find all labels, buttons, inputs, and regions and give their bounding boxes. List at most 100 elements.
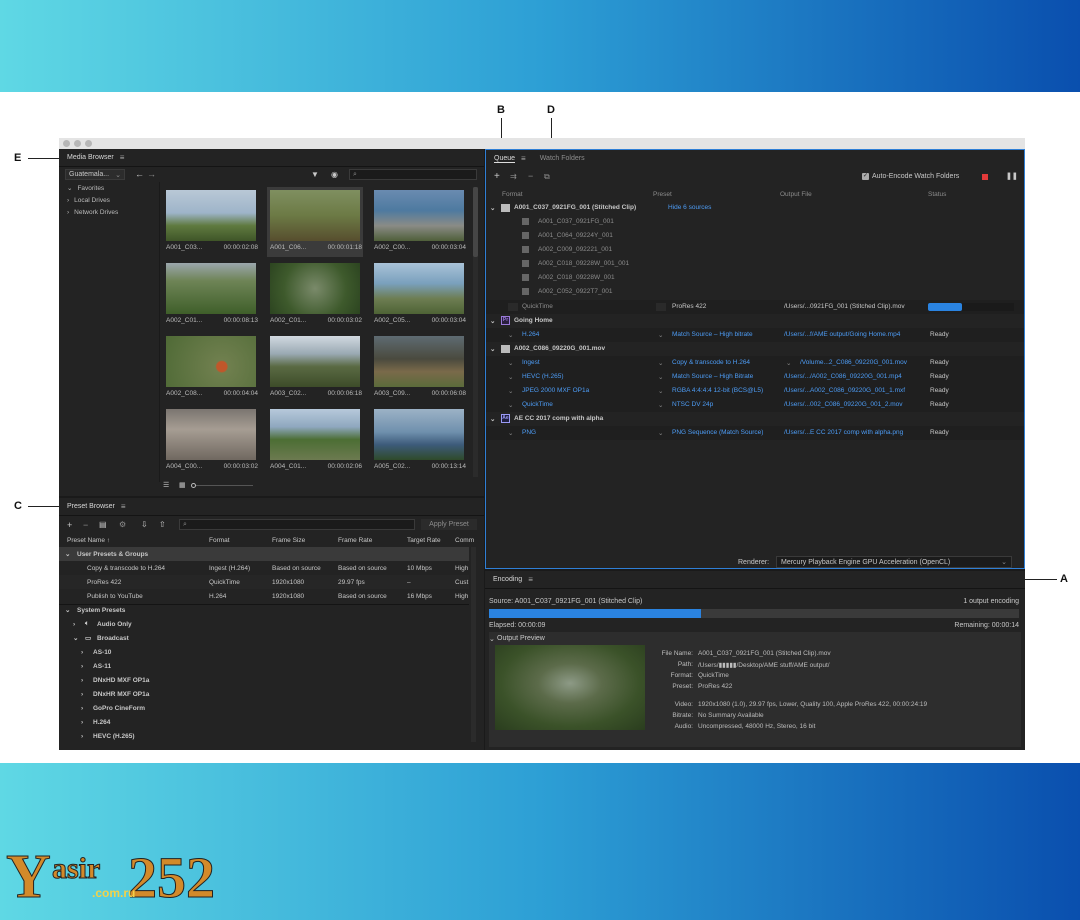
panel-menu-icon[interactable]: ≡ [521, 154, 526, 163]
apply-preset-button[interactable]: Apply Preset [421, 519, 477, 530]
output-preset[interactable]: Match Source – High bitrate [672, 331, 753, 338]
list-item[interactable]: A001_C037_0921FG_001 [486, 215, 1024, 229]
back-arrow-icon[interactable]: ← [135, 169, 144, 179]
output-format[interactable]: QuickTime [522, 401, 553, 408]
output-format[interactable]: PNG [522, 429, 536, 436]
output-file[interactable]: /Users/...002_C086_09220G_001_2.mov [784, 401, 903, 408]
preset-browser-title[interactable]: Preset Browser [67, 503, 115, 510]
list-item[interactable]: ⌄ ▭ Broadcast [59, 631, 469, 645]
filter-icon[interactable]: ▼ [311, 170, 319, 179]
output-format[interactable]: H.264 [522, 331, 539, 338]
column-header[interactable]: Preset [653, 191, 672, 198]
output-preset[interactable]: Copy & transcode to H.264 [672, 359, 750, 366]
auto-encode-checkbox[interactable]: ✓ [862, 173, 869, 180]
tree-item-local-drives[interactable]: › Local Drives [59, 194, 159, 206]
output-row[interactable]: ⌄ HEVC (H.265) ⌄ Match Source – High Bit… [486, 370, 1024, 384]
duplicate-icon[interactable]: ⧉ [544, 172, 550, 182]
clip-thumbnail[interactable]: A004_C00... 00:00:03:02 [163, 406, 259, 476]
tab-watch-folders[interactable]: Watch Folders [540, 155, 585, 162]
clip-thumbnail[interactable]: A002_C01... 00:00:08:13 [163, 260, 259, 330]
add-source-icon[interactable]: + [494, 171, 500, 182]
list-item[interactable]: A001_C064_09224Y_001 [486, 229, 1024, 243]
pause-queue-button[interactable]: ❚❚ [1006, 172, 1018, 180]
eye-icon[interactable]: ◉ [331, 170, 338, 179]
clip-thumbnail[interactable]: A001_C03... 00:00:02:08 [163, 187, 259, 257]
clip-thumbnail[interactable]: A002_C08... 00:00:04:04 [163, 333, 259, 403]
list-item[interactable]: › DNxHR MXF OP1a [59, 687, 469, 701]
output-file[interactable]: /Volume...2_C086_09220G_001.mov [800, 359, 907, 366]
remove-icon[interactable]: − [528, 171, 533, 181]
output-format[interactable]: Ingest [522, 359, 540, 366]
location-dropdown[interactable]: Guatemala... ⌄ [65, 169, 125, 180]
media-browser-title[interactable]: Media Browser [67, 154, 114, 161]
list-view-icon[interactable]: ☰ [163, 481, 169, 489]
preset-search-input[interactable]: ⌕ [179, 519, 415, 530]
output-row[interactable]: ⌄ QuickTime ⌄ NTSC DV 24p /Users/...002_… [486, 398, 1024, 412]
list-item[interactable]: A002_C018_09228W_001 [486, 271, 1024, 285]
column-header[interactable]: Comm [455, 537, 474, 544]
remove-preset-icon[interactable]: − [83, 520, 88, 530]
clip-thumbnail[interactable]: A003_C02... 00:00:06:18 [267, 333, 363, 403]
table-row[interactable]: Copy & transcode to H.264 Ingest (H.264)… [59, 561, 469, 575]
clip-thumbnail[interactable]: A002_C05... 00:00:03:04 [371, 260, 467, 330]
preset-scrollbar[interactable] [471, 547, 476, 742]
add-preset-icon[interactable]: + [67, 520, 72, 530]
hide-sources-link[interactable]: Hide 6 sources [668, 204, 711, 211]
clip-thumbnail[interactable]: A003_C09... 00:00:06:08 [371, 333, 467, 403]
zoom-slider-handle[interactable] [191, 483, 196, 488]
list-item[interactable]: › 🔈︎ Audio Only [59, 617, 469, 631]
tree-item-network-drives[interactable]: › Network Drives [59, 206, 159, 218]
clip-thumbnail-selected[interactable]: A001_C06... 00:00:01:18 [267, 187, 363, 257]
icon-view-icon[interactable]: ▦ [179, 481, 186, 489]
output-row[interactable]: ⌄ JPEG 2000 MXF OP1a ⌄ RGBA 4:4:4:4 12-b… [486, 384, 1024, 398]
import-preset-icon[interactable]: ⇩ [141, 520, 148, 529]
output-file[interactable]: /Users/...A002_C086_09220G_001_1.mxf [784, 387, 905, 394]
list-item[interactable]: › H.264 [59, 715, 469, 729]
list-item[interactable]: A002_C018_09228W_001_001 [486, 257, 1024, 271]
column-header[interactable]: Format [502, 191, 523, 198]
clip-thumbnail[interactable]: A002_C00... 00:00:03:04 [371, 187, 467, 257]
clip-thumbnail[interactable]: A002_C01... 00:00:03:02 [267, 260, 363, 330]
clip-thumbnail[interactable]: A005_C02... 00:00:13:14 [371, 406, 467, 476]
minimize-window-button[interactable] [74, 140, 81, 147]
grid-scrollbar[interactable] [473, 187, 478, 477]
column-header[interactable]: Output File [780, 191, 812, 198]
forward-arrow-icon[interactable]: → [147, 169, 156, 179]
system-presets-group[interactable]: ⌄ System Presets [59, 603, 469, 617]
output-row[interactable]: ⌄ H.264 ⌄ Match Source – High bitrate /U… [486, 328, 1024, 342]
settings-icon[interactable]: ⚙ [119, 520, 126, 529]
column-header[interactable]: Frame Rate [338, 537, 372, 544]
output-row-encoding[interactable]: QuickTime ProRes 422 /Users/...0921FG_00… [486, 300, 1024, 314]
user-presets-group[interactable]: ⌄ User Presets & Groups [59, 547, 469, 561]
panel-menu-icon[interactable]: ≡ [120, 153, 125, 162]
panel-menu-icon[interactable]: ≡ [121, 502, 126, 511]
output-row[interactable]: ⌄ Ingest ⌄ Copy & transcode to H.264 ⌄ /… [486, 356, 1024, 370]
panel-menu-icon[interactable]: ≡ [528, 575, 533, 584]
scrollbar-thumb[interactable] [473, 187, 478, 257]
list-item[interactable]: › AS-11 [59, 659, 469, 673]
tree-item-favorites[interactable]: ⌄ Favorites [59, 182, 159, 194]
column-header[interactable]: Status [928, 191, 946, 198]
output-file[interactable]: /Users/.../A002_C086_09220G_001.mp4 [784, 373, 902, 380]
queue-item-a002[interactable]: ⌄ A002_C086_09220G_001.mov [486, 342, 1024, 356]
chevron-down-icon[interactable]: ⌄ [489, 635, 495, 643]
stop-queue-button[interactable] [982, 174, 988, 180]
renderer-dropdown[interactable]: Mercury Playback Engine GPU Acceleration… [776, 556, 1012, 568]
queue-item-stitched-clip[interactable]: ⌄ A001_C037_0921FG_001 (Stitched Clip) H… [486, 201, 1024, 215]
queue-item-ae-comp[interactable]: ⌄ Ae AE CC 2017 comp with alpha [486, 412, 1024, 426]
new-group-icon[interactable]: ▤ [99, 520, 107, 529]
encoding-title[interactable]: Encoding [493, 576, 522, 583]
output-format[interactable]: HEVC (H.265) [522, 373, 564, 380]
output-preset[interactable]: Match Source – High Bitrate [672, 373, 753, 380]
output-preset[interactable]: RGBA 4:4:4:4 12-bit (BCS@L5) [672, 387, 763, 394]
list-item[interactable]: › AS-10 [59, 645, 469, 659]
list-item[interactable]: › HEVC (H.265) [59, 729, 469, 743]
export-preset-icon[interactable]: ⇧ [159, 520, 166, 529]
add-output-icon[interactable]: ⇉ [510, 172, 517, 181]
table-row[interactable]: ProRes 422 QuickTime 1920x1080 29.97 fps… [59, 575, 469, 589]
output-row[interactable]: ⌄ PNG ⌄ PNG Sequence (Match Source) /Use… [486, 426, 1024, 440]
list-item[interactable]: › GoPro CineForm [59, 701, 469, 715]
output-preset[interactable]: PNG Sequence (Match Source) [672, 429, 763, 436]
queue-item-going-home[interactable]: ⌄ Pr Going Home [486, 314, 1024, 328]
output-preset[interactable]: NTSC DV 24p [672, 401, 713, 408]
